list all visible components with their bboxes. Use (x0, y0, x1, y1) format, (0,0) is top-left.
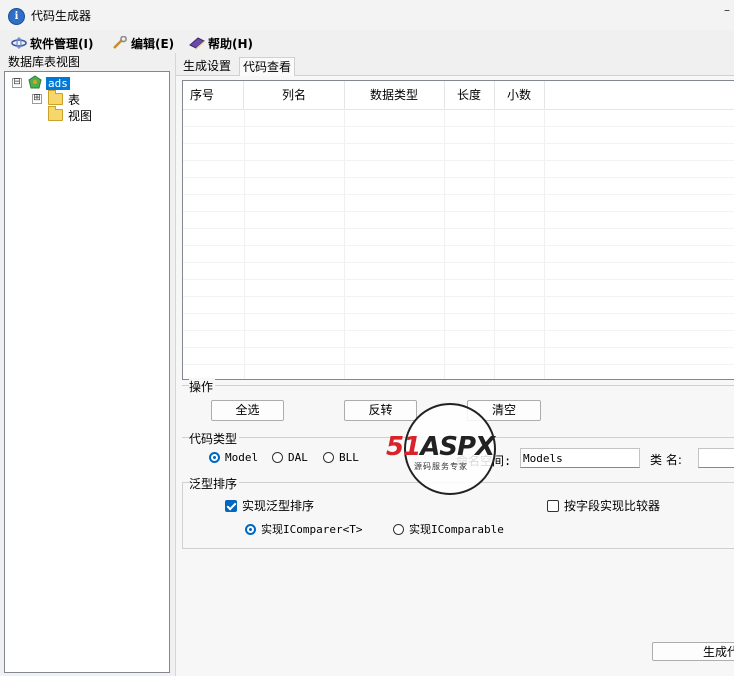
invert-button[interactable]: 反转 (344, 400, 417, 421)
radio-button[interactable] (323, 452, 334, 463)
radio-button-selected[interactable] (209, 452, 220, 463)
radio-bll-label: BLL (339, 451, 359, 464)
database-tree[interactable]: ⊟ ads ⊞ 表 视图 (4, 71, 170, 673)
column-header[interactable]: 列名 (244, 81, 345, 109)
grid-header: 序号 列名 数据类型 长度 小数 (183, 81, 734, 110)
radio-model[interactable]: Model (209, 451, 258, 464)
radio-icomparer-label: 实现IComparer<T> (261, 523, 363, 536)
class-name-label: 类 名: (650, 453, 682, 467)
tab-code-view[interactable]: 代码查看 (239, 57, 296, 76)
checkbox-checked[interactable] (225, 499, 237, 512)
radio-dal-label: DAL (288, 451, 308, 464)
generate-code-button[interactable]: 生成代码 (652, 642, 734, 661)
radio-button[interactable] (272, 452, 283, 463)
software-icon (11, 36, 27, 50)
implement-generic-sort-checkbox[interactable]: 实现泛型排序 (225, 497, 314, 514)
radio-button[interactable] (393, 523, 404, 535)
wrench-icon (112, 35, 128, 50)
tree-panel-label: 数据库表视图 (8, 55, 81, 69)
column-grid[interactable]: 序号 列名 数据类型 长度 小数 (182, 80, 734, 380)
implement-generic-sort-label: 实现泛型排序 (242, 499, 315, 513)
menu-help-label: 帮助(H) (208, 36, 254, 51)
tree-node-tables[interactable]: ⊞ 表 (32, 90, 81, 107)
radio-bll[interactable]: BLL (323, 451, 359, 464)
column-header[interactable]: 小数 (494, 81, 545, 109)
column-header[interactable]: 长度 (444, 81, 495, 109)
field-comparer-label: 按字段实现比较器 (564, 499, 661, 513)
menu-edit-label: 编辑(E) (131, 36, 175, 51)
menu-software-label: 软件管理(I) (30, 36, 94, 51)
radio-icomparable[interactable]: 实现IComparable (393, 521, 504, 537)
expand-toggle[interactable]: ⊞ (32, 94, 42, 104)
field-comparer-checkbox[interactable]: 按字段实现比较器 (547, 497, 660, 514)
watermark-logo: 51ASPX (386, 432, 495, 462)
menu-software[interactable]: 软件管理(I) (11, 34, 93, 52)
folder-icon (48, 90, 63, 105)
generic-sort-group-label: 泛型排序 (189, 475, 240, 492)
namespace-input[interactable]: Models (520, 448, 640, 468)
database-icon (27, 74, 43, 92)
radio-model-label: Model (225, 451, 259, 464)
info-icon: i (8, 8, 25, 25)
help-book-icon (189, 36, 205, 50)
radio-dal[interactable]: DAL (272, 451, 308, 464)
select-all-button[interactable]: 全选 (211, 400, 284, 421)
menu-edit[interactable]: 编辑(E) (112, 34, 174, 52)
collapse-toggle[interactable]: ⊟ (12, 78, 22, 88)
window-title: 代码生成器 (31, 9, 92, 23)
code-type-group-label: 代码类型 (189, 430, 240, 447)
tree-node-tables-label: 表 (68, 92, 81, 107)
tree-node-views[interactable]: 视图 (48, 106, 93, 123)
column-header[interactable]: 数据类型 (344, 81, 445, 109)
operations-group-label: 操作 (189, 378, 216, 395)
menu-help[interactable]: 帮助(H) (189, 34, 253, 52)
class-name-input[interactable] (698, 448, 734, 468)
watermark-subtitle: 源码服务专家 (414, 462, 468, 471)
column-header[interactable]: 序号 (183, 81, 244, 109)
title-bar (0, 0, 734, 30)
tree-node-ads-label: ads (46, 76, 70, 90)
tab-generate-settings[interactable]: 生成设置 (180, 57, 234, 75)
radio-icomparable-label: 实现IComparable (409, 523, 504, 536)
radio-icomparer[interactable]: 实现IComparer<T> (245, 521, 362, 537)
tree-node-views-label: 视图 (68, 108, 93, 123)
radio-button-selected[interactable] (245, 523, 256, 535)
tree-node-ads[interactable]: ⊟ ads (12, 74, 70, 92)
checkbox[interactable] (547, 499, 559, 512)
folder-icon (48, 106, 63, 121)
minimize-button[interactable]: – (724, 3, 734, 23)
